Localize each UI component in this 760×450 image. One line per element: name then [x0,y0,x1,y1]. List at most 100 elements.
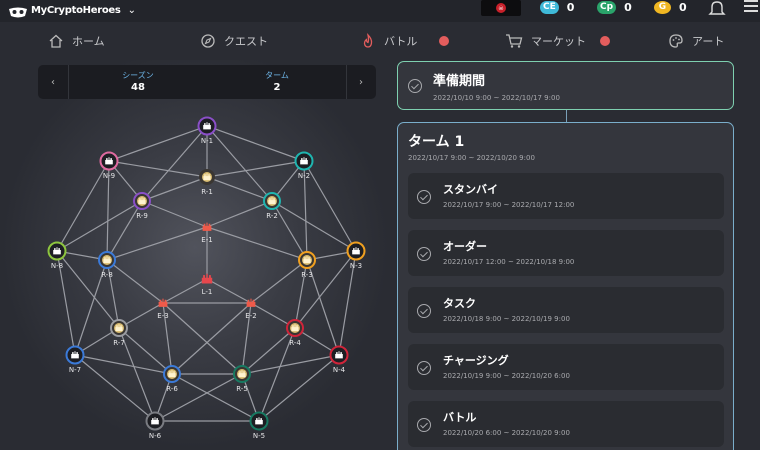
node-label: R-3 [301,271,313,279]
node-label: R-2 [266,212,278,220]
map-edge [56,200,143,252]
nav-battle-label: バトル [384,35,418,48]
map-node-r-9[interactable]: R-9 [133,192,151,220]
node-label: E-3 [157,312,168,320]
castle-icon [335,351,343,359]
phase-date: 2022/10/17 12:00 ~ 2022/10/18 9:00 [443,258,575,266]
check-circle-icon [417,361,431,375]
check-circle-icon [417,247,431,261]
castle-icon [255,417,263,425]
castle-icon [238,370,246,378]
phase-charging[interactable]: チャージング 2022/10/19 9:00 ~ 2022/10/20 6:00 [408,344,724,390]
nav-battle[interactable]: バトル [360,32,450,50]
castle-icon [352,247,360,255]
app-logo[interactable]: MyCryptoHeroes ⌄ [8,1,136,19]
token-cp[interactable]: Cp 0 [597,0,632,14]
chevron-down-icon[interactable]: ⌄ [128,5,136,16]
map-node-n-7[interactable]: N-7 [65,345,85,375]
map-edge [108,160,208,178]
node-label: N-9 [103,172,115,180]
nav-quest[interactable]: クエスト [200,32,268,50]
phase-date: 2022/10/17 9:00 ~ 2022/10/17 12:00 [443,201,575,209]
map-edge [162,302,243,375]
map-node-r-3[interactable]: R-3 [298,251,316,279]
cart-icon [506,34,523,48]
node-label: R-6 [166,385,178,393]
phase-battle[interactable]: バトル 2022/10/20 6:00 ~ 2022/10/20 9:00 [408,401,724,447]
node-label: N-6 [149,432,162,440]
map-node-n-6[interactable]: N-6 [145,411,165,441]
home-icon [49,34,63,48]
hamburger-menu-icon[interactable] [744,0,760,14]
skull-icon: ☠ [496,3,506,13]
map-edge [206,226,308,261]
token-gold[interactable]: G 0 [654,0,687,14]
castle-icon [105,157,113,165]
map-node-n-8[interactable]: N-8 [47,241,67,271]
map-node-e-2[interactable]: E-2 [245,298,257,320]
bell-icon[interactable] [708,0,726,20]
map-edge [271,200,308,261]
main-nav: ホーム クエスト バトル マーケット アート [0,22,760,60]
phase-task[interactable]: タスク 2022/10/18 9:00 ~ 2022/10/19 9:00 [408,287,724,333]
node-label: N-3 [350,262,362,270]
map-node-r-2[interactable]: R-2 [263,192,281,220]
map-node-n-2[interactable]: N-2 [294,151,314,181]
map-node-r-7[interactable]: R-7 [110,319,128,347]
prep-date: 2022/10/10 9:00 ~ 2022/10/17 9:00 [433,94,560,102]
map-node-r-6[interactable]: R-6 [163,365,181,393]
castle-icon [168,370,176,378]
node-label: R-7 [113,339,125,347]
notification-chip[interactable]: ☠ [481,0,521,16]
map-node-r-4[interactable]: R-4 [286,319,304,347]
turn-card[interactable]: ターム 1 2022/10/17 9:00 ~ 2022/10/20 9:00 … [397,122,734,450]
nav-art[interactable]: アート [668,32,724,50]
phase-title: バトル [443,411,477,424]
map-node-r-1[interactable]: R-1 [199,169,215,196]
node-label: E-1 [201,236,212,244]
castle-icon [71,351,79,359]
map-node-r-8[interactable]: R-8 [98,251,116,279]
territory-map: N-1 N-2 N-3 N-4 N-5 N-6 N-7 N-8 N-9 R-1 R-2 R-3 R-4 R… [47,116,366,441]
map-node-n-4[interactable]: N-4 [329,345,349,375]
nav-home[interactable]: ホーム [48,32,105,50]
token-ce[interactable]: CE 0 [540,0,574,14]
castle-icon [115,324,123,332]
castle-icon [291,324,299,332]
map-node-n-3[interactable]: N-3 [346,241,366,271]
castle-icon [202,222,212,231]
map-node-l-1[interactable]: L-1 [202,273,213,296]
map-edge [118,327,173,375]
map-edge [56,160,110,252]
node-label: R-1 [201,188,213,196]
phase-date: 2022/10/18 9:00 ~ 2022/10/19 9:00 [443,315,570,323]
phase-standby[interactable]: スタンバイ 2022/10/17 9:00 ~ 2022/10/17 12:00 [408,173,724,219]
cp-token-value: 0 [624,0,632,14]
map-edge [74,354,156,422]
map-edge [141,200,208,228]
compass-icon [201,34,215,48]
castle-icon [138,197,146,205]
gold-token-icon: G [654,0,671,14]
map-node-n-1[interactable]: N-1 [197,116,217,146]
map-node-n-5[interactable]: N-5 [249,411,269,441]
nav-art-label: アート [692,35,725,48]
phase-title: スタンバイ [443,183,498,196]
map-node-r-5[interactable]: R-5 [233,365,251,393]
map-node-n-9[interactable]: N-9 [99,151,119,181]
phase-order[interactable]: オーダー 2022/10/17 12:00 ~ 2022/10/18 9:00 [408,230,724,276]
castle-icon [203,122,211,130]
nav-home-label: ホーム [72,35,105,48]
prep-period-card[interactable]: 準備期間 2022/10/10 9:00 ~ 2022/10/17 9:00 [397,61,734,110]
castle-icon [158,298,168,307]
map-edge [241,327,296,375]
market-alert-dot [600,36,610,46]
phase-date: 2022/10/20 6:00 ~ 2022/10/20 9:00 [443,429,570,437]
logo-text: MyCryptoHeroes [31,4,121,16]
map-node-e-3[interactable]: E-3 [157,298,169,320]
map-edge [206,200,273,228]
node-label: N-4 [333,366,346,374]
nav-market[interactable]: マーケット [505,32,610,50]
ce-token-value: 0 [566,0,575,14]
map-edge [74,354,173,375]
